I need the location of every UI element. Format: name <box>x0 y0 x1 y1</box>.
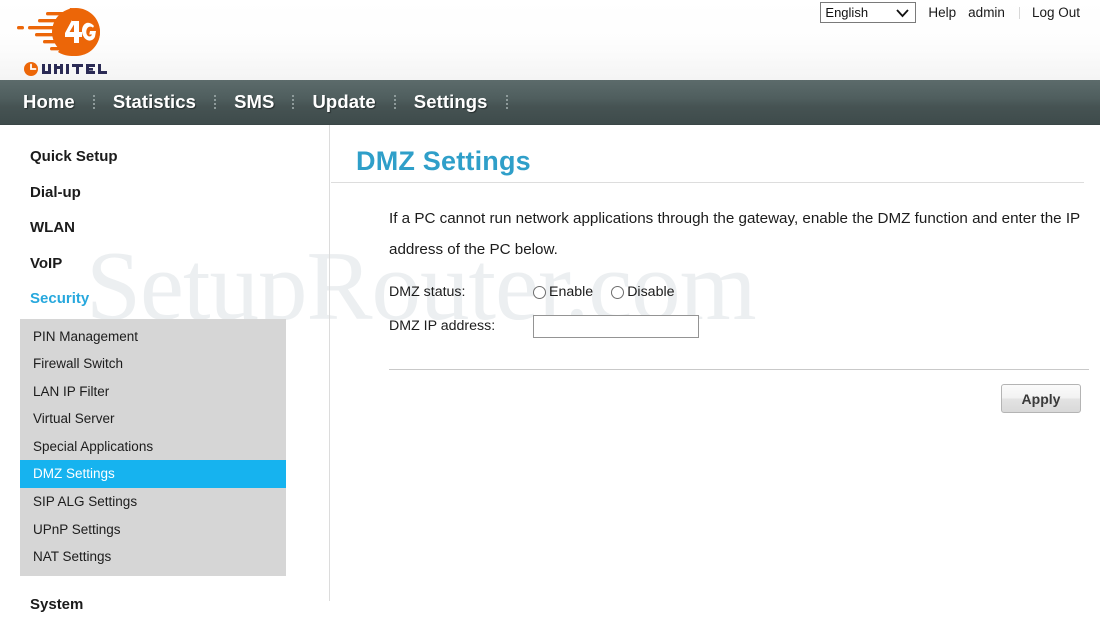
dmz-ip-row: DMZ IP address: <box>389 309 1089 343</box>
page-description: If a PC cannot run network applications … <box>389 210 1080 258</box>
unitel-wordmark <box>24 62 107 76</box>
admin-user-link[interactable]: admin <box>968 5 1005 20</box>
sidebar-top-group: Quick Setup Dial-up WLAN VoIP Security <box>0 125 329 317</box>
help-link[interactable]: Help <box>928 5 956 20</box>
nav-separator-icon <box>292 94 295 110</box>
form-bottom-divider <box>389 369 1089 370</box>
sidebar-item-quick-setup[interactable]: Quick Setup <box>0 139 329 175</box>
sidebar-subitem-dmz-settings[interactable]: DMZ Settings <box>20 460 286 489</box>
sidebar-subitem-upnp-settings[interactable]: UPnP Settings <box>20 516 286 544</box>
logout-link[interactable]: Log Out <box>1032 5 1080 20</box>
dmz-status-enable-option[interactable]: Enable <box>533 284 593 300</box>
sidebar-subitem-special-applications[interactable]: Special Applications <box>20 433 286 461</box>
radio-button-icon[interactable] <box>611 285 625 299</box>
dmz-form: DMZ status: Enable Disable DMZ IP addres… <box>389 275 1089 343</box>
sidebar-subitem-virtual-server[interactable]: Virtual Server <box>20 405 286 433</box>
sidebar-item-security[interactable]: Security <box>0 281 329 317</box>
dmz-ip-label: DMZ IP address: <box>389 318 496 334</box>
dmz-status-enable-label: Enable <box>549 284 594 300</box>
sidebar-subitem-firewall-switch[interactable]: Firewall Switch <box>20 350 286 378</box>
sidebar-subitem-lan-ip-filter[interactable]: LAN IP Filter <box>20 378 286 406</box>
header-tools: English Help admin Log Out <box>820 2 1080 23</box>
sidebar-item-dial-up[interactable]: Dial-up <box>0 175 329 211</box>
apply-button[interactable]: Apply <box>1001 384 1081 413</box>
page-header: English Help admin Log Out <box>0 0 1100 80</box>
dmz-status-disable-label: Disable <box>627 284 675 300</box>
sidebar-bottom-group: System <box>0 587 329 622</box>
dmz-ip-input[interactable] <box>533 314 699 338</box>
language-select[interactable]: English <box>820 2 917 23</box>
nav-separator-icon <box>505 94 508 110</box>
sidebar-item-voip[interactable]: VoIP <box>0 246 329 282</box>
nav-item-update[interactable]: Update <box>299 91 388 113</box>
sidebar-item-wlan[interactable]: WLAN <box>0 210 329 246</box>
dmz-status-row: DMZ status: Enable Disable <box>389 275 1089 309</box>
sidebar-security-submenu: PIN Management Firewall Switch LAN IP Fi… <box>20 318 286 576</box>
sidebar-subitem-pin-management[interactable]: PIN Management <box>20 323 286 351</box>
nav-separator-icon <box>92 94 95 110</box>
main-navigation: Home Statistics SMS Update Settings <box>0 80 1100 125</box>
radio-button-icon[interactable] <box>533 285 546 299</box>
language-select-shell: English <box>820 2 917 23</box>
unitel-4g-logo <box>8 2 118 78</box>
nav-item-statistics[interactable]: Statistics <box>100 91 209 113</box>
main-content: DMZ Settings If a PC cannot run network … <box>331 125 1100 601</box>
sidebar-item-system[interactable]: System <box>0 587 329 622</box>
sidebar: Quick Setup Dial-up WLAN VoIP Security P… <box>0 125 330 613</box>
nav-item-settings[interactable]: Settings <box>401 91 501 113</box>
logo-graphic <box>17 8 107 76</box>
nav-separator-icon <box>393 94 396 110</box>
nav-separator-icon <box>214 94 217 110</box>
page-body: SetupRouter.com Quick Setup Dial-up WLAN… <box>0 125 1100 613</box>
page-title: DMZ Settings <box>356 146 531 176</box>
title-divider <box>331 182 1084 183</box>
sidebar-subitem-nat-settings[interactable]: NAT Settings <box>20 543 286 571</box>
nav-item-sms[interactable]: SMS <box>221 91 287 113</box>
header-divider <box>1018 6 1020 19</box>
nav-item-home[interactable]: Home <box>10 91 88 113</box>
dmz-status-radio-group: Enable Disable <box>533 284 693 300</box>
dmz-status-disable-option[interactable]: Disable <box>611 284 675 300</box>
dmz-status-label: DMZ status: <box>389 284 466 300</box>
sidebar-subitem-sip-alg-settings[interactable]: SIP ALG Settings <box>20 488 286 516</box>
